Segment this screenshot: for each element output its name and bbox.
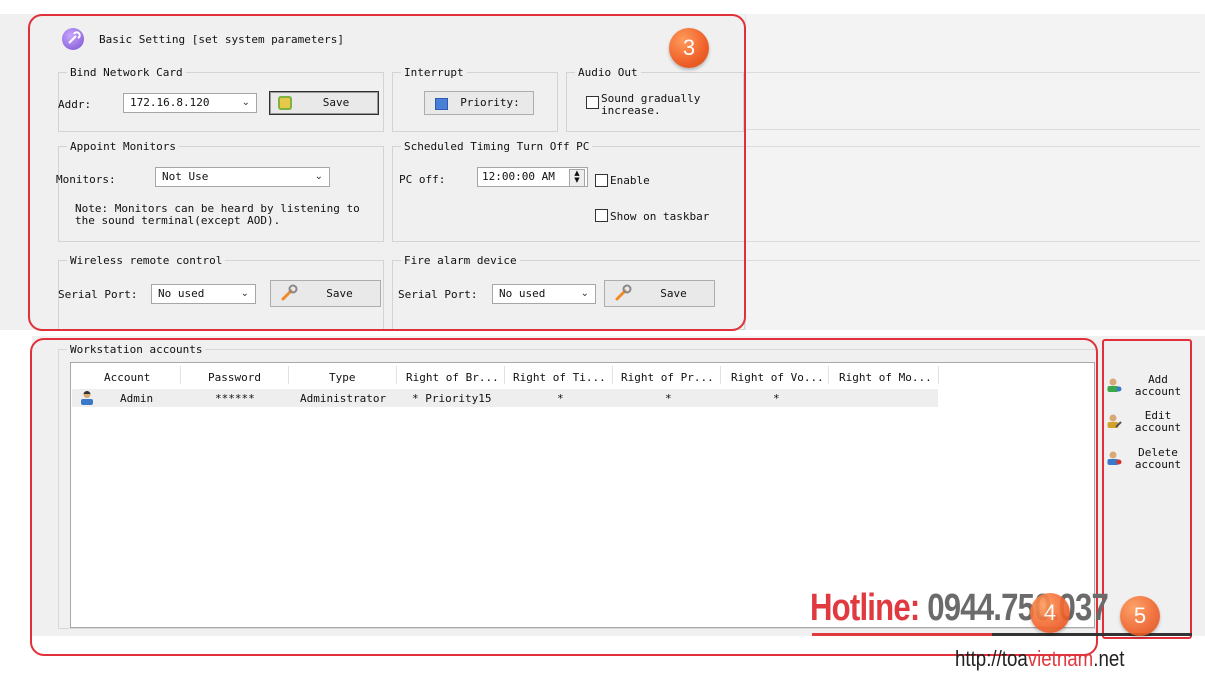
annotation-badge-5: 5 [1120, 596, 1160, 636]
watermark-underline-dark [992, 633, 1192, 636]
url-prefix: http://toa [955, 646, 1028, 671]
right-group-line [745, 129, 1200, 130]
right-group-line [745, 241, 1200, 242]
right-group-line [745, 72, 1200, 73]
hotline-label: Hotline: [810, 587, 928, 629]
watermark-underline [812, 633, 992, 636]
annotation-badge-4: 4 [1030, 593, 1070, 633]
settings-right-divider [745, 14, 1205, 330]
annotation-frame-side-actions [1102, 339, 1192, 639]
hotline-number: 0944.750.037 [927, 587, 1109, 629]
website-watermark: http://toavietnam.net [955, 646, 1124, 672]
right-group-line [745, 260, 1200, 261]
url-highlight: vietnam [1027, 646, 1094, 671]
annotation-badge-3: 3 [669, 28, 709, 68]
right-group-line [745, 146, 1200, 147]
url-suffix: .net [1093, 646, 1125, 671]
annotation-frame-basic-setting [28, 14, 746, 331]
